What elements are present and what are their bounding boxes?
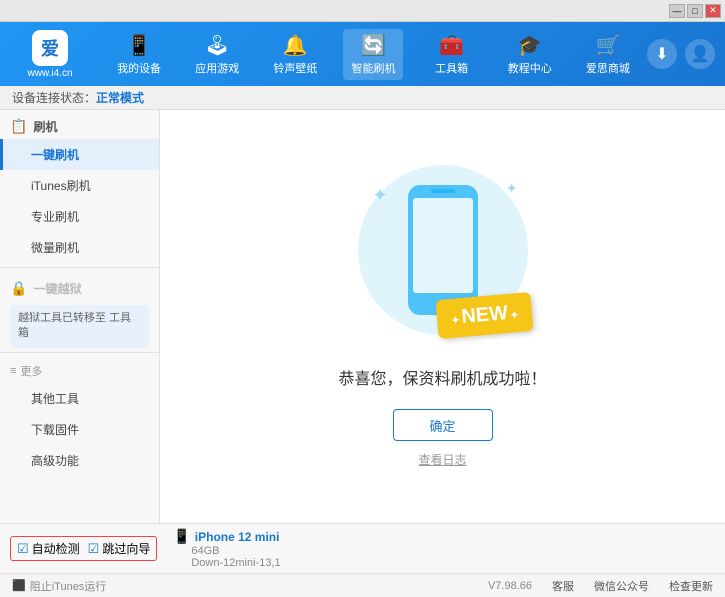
sidebar-item-itunes-flash[interactable]: iTunes刷机 [0, 170, 159, 201]
close-button[interactable]: ✕ [705, 4, 721, 18]
sidebar-section-more-title: 更多 [20, 363, 42, 379]
micro-flash-label: 微量刷机 [31, 241, 79, 255]
status-bar: ⬛ 阻止iTunes运行 V7.98.66 客服 微信公众号 检查更新 [0, 573, 725, 597]
link-wechat[interactable]: 微信公众号 [594, 578, 649, 594]
status-left: ⬛ 阻止iTunes运行 [12, 578, 488, 594]
shop-icon: 🛒 [595, 33, 620, 58]
success-message: 恭喜您，保资料刷机成功啦！ [338, 365, 546, 389]
auto-connect-label: 自动检测 [32, 540, 80, 557]
nav-tutorials[interactable]: 🎓 教程中心 [500, 29, 560, 80]
nav-apps-games-label: 应用游戏 [195, 60, 239, 76]
more-section-bars-icon: ≡ [10, 365, 16, 377]
ringtones-icon: 🔔 [283, 33, 308, 58]
download-button[interactable]: ⬇ [647, 39, 677, 69]
sidebar-divider-2 [0, 352, 159, 353]
again-link[interactable]: 查看日志 [418, 451, 466, 468]
device-name: iPhone 12 mini [195, 530, 280, 544]
device-status-value: 正常模式 [96, 89, 144, 106]
auto-connect-check-icon: ☑ [17, 541, 29, 557]
toolbox-icon: 🧰 [439, 33, 464, 58]
pro-flash-label: 专业刷机 [31, 210, 79, 224]
phone-illustration: ✦ ✦ NEW [353, 165, 533, 345]
device-storage: 64GB [173, 545, 280, 557]
sparkle-tl-icon: ✦ [373, 185, 388, 206]
logo-icon: 爱 [32, 30, 68, 66]
nav-smart-flash-label: 智能刷机 [351, 60, 395, 76]
nav-shop-label: 爱思商城 [586, 60, 630, 76]
header: 爱 www.i4.cn 📱 我的设备 🕹 应用游戏 🔔 铃声壁纸 🔄 智能刷机 … [0, 22, 725, 86]
status-center: V7.98.66 客服 微信公众号 检查更新 [488, 578, 713, 594]
main-layout: 📋 刷机 一键刷机 iTunes刷机 专业刷机 微量刷机 🔒 一键越狱 越狱工具… [0, 110, 725, 523]
nav-tutorials-label: 教程中心 [508, 60, 552, 76]
sidebar-item-other-tools[interactable]: 其他工具 [0, 383, 159, 414]
title-bar: — □ ✕ [0, 0, 725, 22]
sparkle-tr-icon: ✦ [506, 180, 518, 197]
stop-itunes-label: 阻止iTunes运行 [30, 578, 107, 594]
flash-section-icon: 📋 [10, 118, 27, 135]
sidebar-section-flash-title: 刷机 [33, 118, 57, 135]
device-status-label: 设备连接状态： [12, 89, 96, 106]
sidebar-section-jailbreak-header: 🔒 一键越狱 [0, 272, 159, 301]
sidebar-item-pro-flash[interactable]: 专业刷机 [0, 201, 159, 232]
via-wizard-label: 跳过向导 [102, 540, 150, 557]
sidebar-divider-1 [0, 267, 159, 268]
download-firmware-label: 下载固件 [31, 423, 79, 437]
nav-shop[interactable]: 🛒 爱思商城 [578, 29, 638, 80]
jailbreak-section-icon: 🔒 [10, 280, 27, 297]
my-device-icon: 📱 [127, 33, 152, 58]
apps-games-icon: 🕹 [205, 33, 230, 58]
checkbox-auto-connect[interactable]: ☑ 自动检测 [17, 540, 80, 557]
sidebar-item-download-firmware[interactable]: 下载固件 [0, 414, 159, 445]
nav-toolbox-label: 工具箱 [435, 60, 468, 76]
sidebar-section-more-header: ≡ 更多 [0, 357, 159, 383]
via-wizard-check-icon: ☑ [88, 541, 100, 557]
new-badge: NEW [436, 292, 534, 339]
checkbox-group: ☑ 自动检测 ☑ 跳过向导 [10, 536, 157, 561]
nav-my-device[interactable]: 📱 我的设备 [109, 29, 169, 80]
nav-ringtones-label: 铃声壁纸 [273, 60, 317, 76]
sidebar-section-jailbreak-title: 一键越狱 [33, 280, 81, 297]
header-right-controls: ⬇ 👤 [647, 39, 715, 69]
sidebar-item-one-click-flash[interactable]: 一键刷机 [0, 139, 159, 170]
device-info: 📱 iPhone 12 mini 64GB Down-12mini-13,1 [173, 528, 280, 569]
sidebar: 📋 刷机 一键刷机 iTunes刷机 专业刷机 微量刷机 🔒 一键越狱 越狱工具… [0, 110, 160, 523]
advanced-label: 高级功能 [31, 454, 79, 468]
maximize-button[interactable]: □ [687, 4, 703, 18]
bottom-top: ☑ 自动检测 ☑ 跳过向导 📱 iPhone 12 mini 64GB Down… [0, 524, 725, 573]
minimize-button[interactable]: — [669, 4, 685, 18]
window-controls: — □ ✕ [669, 4, 721, 18]
checkbox-via-wizard[interactable]: ☑ 跳过向导 [88, 540, 151, 557]
logo[interactable]: 爱 www.i4.cn [10, 29, 90, 79]
phone-small-icon: 📱 [173, 528, 190, 545]
bottom-panel: ☑ 自动检测 ☑ 跳过向导 📱 iPhone 12 mini 64GB Down… [0, 523, 725, 573]
smart-flash-icon: 🔄 [361, 33, 386, 58]
itunes-flash-label: iTunes刷机 [31, 179, 91, 193]
nav-bar: 📱 我的设备 🕹 应用游戏 🔔 铃声壁纸 🔄 智能刷机 🧰 工具箱 🎓 教程中心… [100, 29, 647, 80]
nav-smart-flash[interactable]: 🔄 智能刷机 [343, 29, 403, 80]
sidebar-jailbreak-notice: 越狱工具已转移至 工具箱 [10, 305, 149, 348]
nav-apps-games[interactable]: 🕹 应用游戏 [187, 29, 247, 80]
nav-toolbox[interactable]: 🧰 工具箱 [422, 29, 482, 80]
link-update[interactable]: 检查更新 [669, 578, 713, 594]
stop-itunes-icon: ⬛ [12, 579, 26, 592]
device-status-bar: 设备连接状态： 正常模式 [0, 86, 725, 110]
sidebar-item-micro-flash[interactable]: 微量刷机 [0, 232, 159, 263]
logo-text: www.i4.cn [27, 68, 72, 79]
confirm-button[interactable]: 确定 [393, 409, 493, 441]
link-support[interactable]: 客服 [552, 578, 574, 594]
version-text: V7.98.66 [488, 580, 532, 592]
content-area: ✦ ✦ NEW 恭喜您，保资料刷机成功啦！ 确定 查看日志 [160, 110, 725, 523]
sidebar-item-advanced[interactable]: 高级功能 [0, 445, 159, 476]
user-button[interactable]: 👤 [685, 39, 715, 69]
nav-my-device-label: 我的设备 [117, 60, 161, 76]
other-tools-label: 其他工具 [31, 392, 79, 406]
sidebar-section-flash-header: 📋 刷机 [0, 110, 159, 139]
one-click-flash-label: 一键刷机 [31, 148, 79, 162]
tutorials-icon: 🎓 [517, 33, 542, 58]
nav-ringtones[interactable]: 🔔 铃声壁纸 [265, 29, 325, 80]
stop-itunes[interactable]: ⬛ 阻止iTunes运行 [12, 578, 106, 594]
device-firmware: Down-12mini-13,1 [173, 557, 280, 569]
